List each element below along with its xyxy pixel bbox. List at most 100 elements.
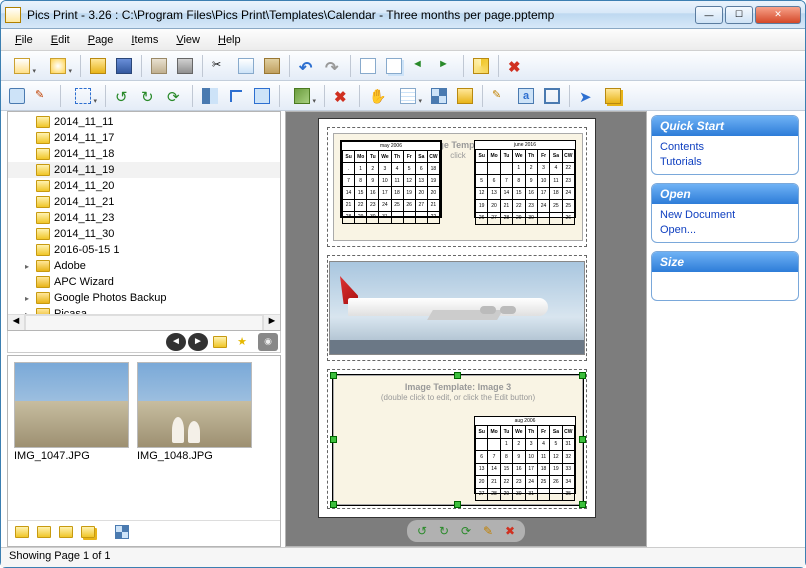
frame-button[interactable] bbox=[540, 84, 564, 108]
rotate-ccw-button[interactable]: ↺ bbox=[111, 84, 135, 108]
grid-toggle-button[interactable] bbox=[112, 523, 132, 541]
stack-button[interactable] bbox=[601, 84, 625, 108]
card-open-header[interactable]: Open bbox=[652, 184, 798, 204]
link-new-document[interactable]: New Document bbox=[660, 208, 790, 223]
save-button[interactable] bbox=[112, 54, 136, 78]
maximize-button[interactable]: ☐ bbox=[725, 6, 753, 24]
layout-button[interactable] bbox=[469, 54, 493, 78]
folder-icon bbox=[36, 148, 50, 160]
page-prev-button[interactable]: ◄ bbox=[408, 54, 432, 78]
nav-up-button[interactable] bbox=[210, 333, 230, 351]
crop-button[interactable] bbox=[224, 84, 248, 108]
page-canvas[interactable]: Image Template:click may 2006 SuMoTuWeTh… bbox=[318, 118, 596, 518]
folder-row[interactable]: 2014_11_20 bbox=[8, 178, 280, 194]
canvas-area[interactable]: Image Template:click may 2006 SuMoTuWeTh… bbox=[285, 111, 647, 547]
link-open[interactable]: Open... bbox=[660, 223, 790, 238]
folder-row[interactable]: APC Wizard bbox=[8, 274, 280, 290]
thumbnail[interactable]: IMG_1048.JPG bbox=[137, 362, 252, 462]
delete-button[interactable]: ✖ bbox=[504, 54, 528, 78]
image-template-3[interactable]: Image Template: Image 3(double click to … bbox=[333, 375, 583, 505]
folder-row[interactable]: 2014_11_17 bbox=[8, 130, 280, 146]
image-airplane[interactable] bbox=[329, 261, 585, 355]
folder-toolbar: ◄ ► ★ ◉ bbox=[7, 331, 281, 353]
card-size: Size bbox=[651, 251, 799, 301]
canvas-toolbar: ↺ ↻ ⟳ ✎ ✖ bbox=[407, 520, 525, 542]
add-multi-button[interactable] bbox=[56, 523, 76, 541]
folder-row[interactable]: 2016-05-15 1 bbox=[8, 242, 280, 258]
resize-button[interactable] bbox=[250, 84, 274, 108]
folder-row[interactable]: 2014_11_30 bbox=[8, 226, 280, 242]
select-button[interactable] bbox=[5, 84, 29, 108]
folder-tree[interactable]: 2014_11_11 2014_11_17 2014_11_18 2014_11_19… bbox=[7, 111, 281, 331]
eyedropper-button[interactable]: ✎ bbox=[31, 84, 55, 108]
folder-icon bbox=[36, 308, 50, 314]
flip-h-button[interactable] bbox=[198, 84, 222, 108]
rotate-cw-button[interactable]: ↻ bbox=[137, 84, 161, 108]
card-open: Open New Document Open... bbox=[651, 183, 799, 243]
canvas-edit[interactable]: ✎ bbox=[479, 522, 497, 540]
wizard-button[interactable] bbox=[41, 54, 75, 78]
thumbnail[interactable]: IMG_1047.JPG bbox=[14, 362, 129, 462]
folder-label: 2014_11_30 bbox=[54, 228, 114, 240]
folder-row[interactable]: 2014_11_19 bbox=[8, 162, 280, 178]
menu-items[interactable]: Items bbox=[123, 32, 166, 48]
selection-mode-button[interactable] bbox=[66, 84, 100, 108]
add-stack-button[interactable] bbox=[78, 523, 98, 541]
thumbnails-button[interactable] bbox=[427, 84, 451, 108]
nav-back-button[interactable]: ◄ bbox=[166, 333, 186, 351]
folder-view-button[interactable] bbox=[453, 84, 477, 108]
canvas-delete[interactable]: ✖ bbox=[501, 522, 519, 540]
canvas-refresh[interactable]: ⟳ bbox=[457, 522, 475, 540]
menu-page[interactable]: Page bbox=[80, 32, 122, 48]
folder-row[interactable]: ▸Picasa bbox=[8, 306, 280, 314]
canvas-rotate-cw[interactable]: ↻ bbox=[435, 522, 453, 540]
cut-button[interactable]: ✂ bbox=[208, 54, 232, 78]
nav-fwd-button[interactable]: ► bbox=[188, 333, 208, 351]
rotate-any-button[interactable]: ⟳ bbox=[163, 84, 187, 108]
folder-icon bbox=[36, 116, 50, 128]
edit-item-button[interactable]: ✎ bbox=[488, 84, 512, 108]
folder-row[interactable]: 2014_11_23 bbox=[8, 210, 280, 226]
link-contents[interactable]: Contents bbox=[660, 140, 790, 155]
page-next-button[interactable]: ► bbox=[434, 54, 458, 78]
menu-help[interactable]: Help bbox=[210, 32, 249, 48]
add-single-button[interactable] bbox=[12, 523, 32, 541]
menu-edit[interactable]: Edit bbox=[43, 32, 78, 48]
camera-button[interactable]: ◉ bbox=[258, 333, 278, 351]
hand-tool-button[interactable]: ✋ bbox=[365, 84, 389, 108]
favorite-button[interactable]: ★ bbox=[232, 333, 252, 351]
export-button[interactable]: ➤ bbox=[575, 84, 599, 108]
folder-label: 2014_11_17 bbox=[54, 132, 114, 144]
grid-view-button[interactable] bbox=[391, 84, 425, 108]
folder-row[interactable]: ▸Google Photos Backup bbox=[8, 290, 280, 306]
menu-file[interactable]: File bbox=[7, 32, 41, 48]
image-template-1[interactable]: Image Template:click may 2006 SuMoTuWeTh… bbox=[333, 133, 583, 241]
folder-row[interactable]: 2014_11_18 bbox=[8, 146, 280, 162]
add-folder-button[interactable] bbox=[34, 523, 54, 541]
close-button[interactable]: ✕ bbox=[755, 6, 801, 24]
redo-button[interactable]: ↷ bbox=[321, 54, 345, 78]
print-button[interactable] bbox=[173, 54, 197, 78]
undo-button[interactable]: ↶ bbox=[295, 54, 319, 78]
minimize-button[interactable]: — bbox=[695, 6, 723, 24]
folder-label: 2014_11_19 bbox=[54, 164, 114, 176]
link-tutorials[interactable]: Tutorials bbox=[660, 155, 790, 170]
card-size-header[interactable]: Size bbox=[652, 252, 798, 272]
open-button[interactable] bbox=[86, 54, 110, 78]
text-button[interactable]: a bbox=[514, 84, 538, 108]
menu-view[interactable]: View bbox=[168, 32, 208, 48]
paste-button[interactable] bbox=[260, 54, 284, 78]
copy-button[interactable] bbox=[234, 54, 258, 78]
page-duplicate-button[interactable] bbox=[382, 54, 406, 78]
new-button[interactable] bbox=[5, 54, 39, 78]
canvas-rotate-ccw[interactable]: ↺ bbox=[413, 522, 431, 540]
folder-row[interactable]: 2014_11_21 bbox=[8, 194, 280, 210]
folder-row[interactable]: 2014_11_11 bbox=[8, 114, 280, 130]
remove-button[interactable]: ✖ bbox=[330, 84, 354, 108]
folder-row[interactable]: ▸Adobe bbox=[8, 258, 280, 274]
image-adjust-button[interactable] bbox=[285, 84, 319, 108]
print-preview-button[interactable] bbox=[147, 54, 171, 78]
folder-hscroll[interactable]: ◄► bbox=[8, 314, 280, 331]
card-quickstart-header[interactable]: Quick Start bbox=[652, 116, 798, 136]
page-insert-button[interactable] bbox=[356, 54, 380, 78]
